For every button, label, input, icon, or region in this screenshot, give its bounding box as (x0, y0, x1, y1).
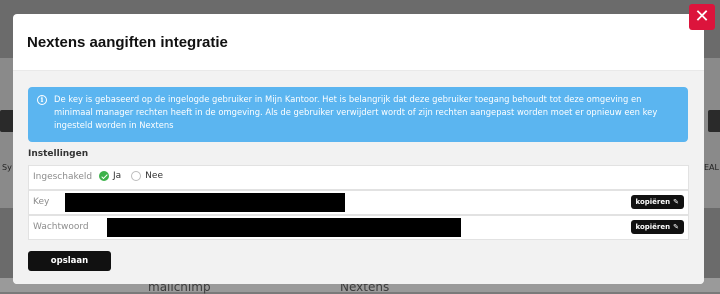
info-icon: i (37, 95, 47, 105)
pencil-icon: ✎ (673, 198, 679, 206)
password-value-redacted[interactable] (107, 218, 461, 237)
enabled-row: Ingeschakeld Ja Nee (28, 165, 689, 190)
close-icon: ✕ (694, 6, 710, 27)
info-text: De key is gebaseerd op de ingelogde gebr… (54, 94, 658, 130)
enabled-label: Ingeschakeld (33, 172, 93, 182)
save-button[interactable]: opslaan (28, 251, 111, 271)
copy-key-label: kopiëren (635, 198, 671, 206)
radio-nee-label[interactable]: Nee (145, 171, 163, 181)
integration-modal: Nextens aangiften integratie i De key is… (13, 14, 704, 284)
modal-header: Nextens aangiften integratie (13, 14, 704, 71)
copy-password-label: kopiëren (635, 223, 671, 231)
modal-body: i De key is gebaseerd op de ingelogde ge… (13, 71, 704, 284)
info-alert: i De key is gebaseerd op de ingelogde ge… (28, 87, 688, 142)
key-value-redacted[interactable] (65, 193, 345, 212)
password-row: Wachtwoord kopiëren ✎ (28, 215, 689, 240)
background-side-text-right: EAL (704, 163, 719, 172)
copy-password-button[interactable]: kopiëren ✎ (630, 220, 684, 234)
key-row: Key kopiëren ✎ (28, 190, 689, 215)
modal-title: Nextens aangiften integratie (27, 33, 228, 51)
pencil-icon: ✎ (673, 223, 679, 231)
enabled-radio-group: Ja Nee (99, 171, 173, 181)
background-tile-right (708, 110, 720, 132)
copy-key-button[interactable]: kopiëren ✎ (630, 195, 684, 209)
background-side-text-left: Sy (2, 163, 12, 172)
radio-nee[interactable] (131, 171, 142, 181)
key-label: Key (33, 197, 50, 207)
close-button[interactable]: ✕ (689, 4, 715, 30)
section-label: Instellingen (28, 149, 89, 159)
radio-ja-label[interactable]: Ja (113, 171, 121, 181)
password-label: Wachtwoord (33, 222, 89, 232)
radio-ja[interactable] (99, 171, 109, 181)
